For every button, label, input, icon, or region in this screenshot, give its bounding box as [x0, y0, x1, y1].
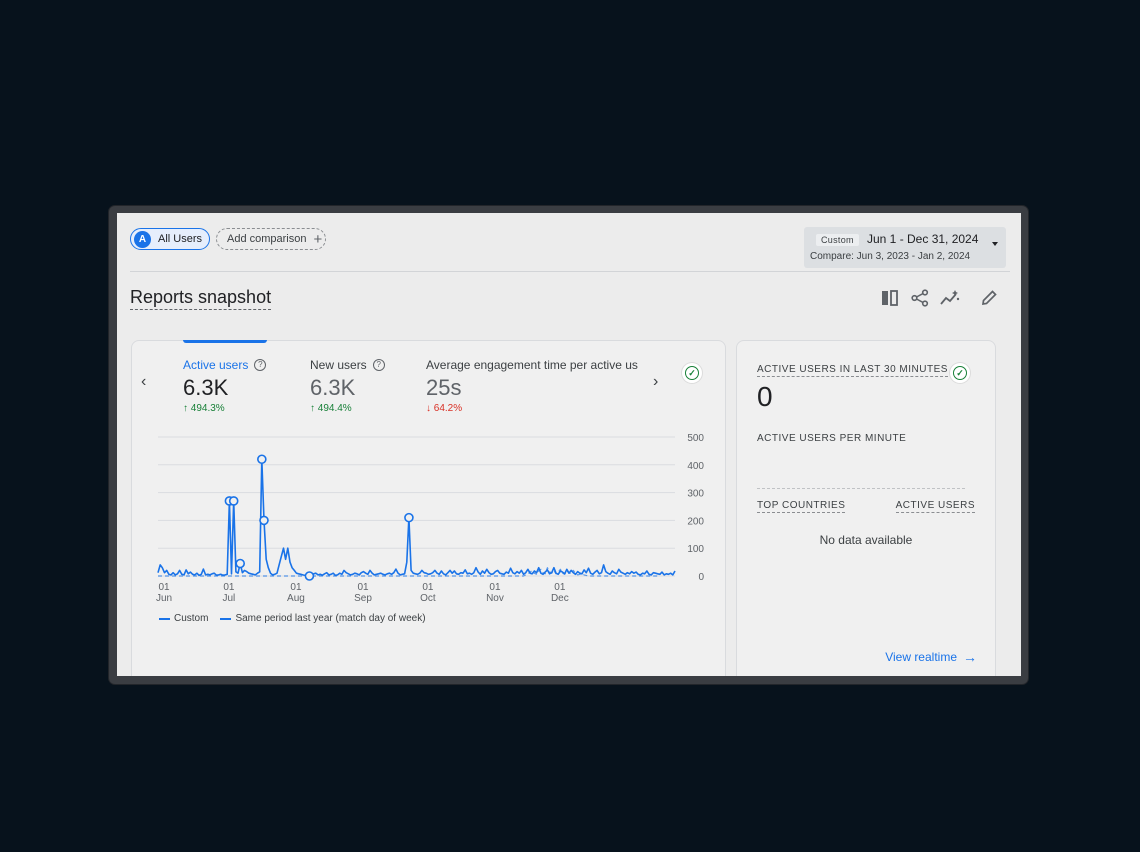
- chart-legend: Custom Same period last year (match day …: [159, 613, 426, 624]
- status-check-icon: ✓: [950, 363, 970, 383]
- edit-pencil-icon[interactable]: [980, 289, 1000, 307]
- y-tick-label: 0: [698, 572, 704, 583]
- x-tick-label: Dec: [551, 593, 569, 604]
- realtime-count: 0: [757, 381, 773, 412]
- y-tick-label: 300: [687, 489, 704, 500]
- page-title: Reports snapshot: [130, 287, 272, 310]
- x-tick-label: 01: [223, 582, 235, 593]
- col-top-countries[interactable]: TOP COUNTRIES: [757, 500, 846, 513]
- data-point-marker: [304, 571, 315, 581]
- y-tick-label: 500: [687, 433, 704, 444]
- caret-down-icon: [992, 242, 998, 246]
- x-tick-label: 01: [554, 582, 566, 593]
- analytics-screen: A All Users Add comparison + Custom Jun …: [117, 213, 1021, 676]
- compare-columns-icon[interactable]: [880, 289, 900, 307]
- date-preset-tag: Custom: [816, 234, 859, 246]
- view-realtime-link[interactable]: View realtime →: [885, 649, 977, 665]
- x-tick-label: Jun: [156, 593, 172, 604]
- series-line-custom: [157, 458, 676, 577]
- date-range-picker[interactable]: Custom Jun 1 - Dec 31, 2024 Compare: Jun…: [804, 227, 1006, 268]
- metrics-chart-card: ‹ Active users? 6.3K ↑ 494.3% New users?…: [131, 340, 726, 676]
- date-range: Jun 1 - Dec 31, 2024: [867, 232, 979, 246]
- data-point-marker: [228, 496, 239, 506]
- x-tick-label: 01: [489, 582, 501, 593]
- col-active-users[interactable]: ACTIVE USERS: [895, 500, 975, 513]
- realtime-card: ACTIVE USERS IN LAST 30 MINUTES ✓ 0 ACTI…: [736, 340, 996, 676]
- legend-custom: Custom: [174, 613, 209, 624]
- legend-swatch-solid: [159, 617, 170, 620]
- x-tick-label: Aug: [287, 593, 305, 604]
- no-data-message: No data available: [819, 533, 913, 547]
- view-realtime-label: View realtime: [885, 650, 957, 664]
- x-tick-label: 01: [158, 582, 170, 593]
- x-tick-label: Nov: [486, 593, 504, 604]
- x-tick-label: 01: [357, 582, 369, 593]
- add-comparison-label: Add comparison: [227, 233, 307, 245]
- y-tick-label: 200: [687, 516, 704, 527]
- compare-range: Compare: Jun 3, 2023 - Jan 2, 2024: [810, 251, 971, 262]
- x-tick-label: Jul: [222, 593, 235, 604]
- share-icon[interactable]: [910, 289, 930, 307]
- data-point-marker: [235, 558, 246, 569]
- line-chart: 500400300200100001Jun01Jul01Aug01Sep01Oc…: [156, 433, 705, 604]
- y-tick-label: 100: [687, 544, 704, 555]
- all-users-chip[interactable]: A All Users: [130, 228, 210, 250]
- insights-icon[interactable]: [940, 289, 960, 307]
- plus-icon: +: [313, 230, 323, 248]
- data-point-marker: [259, 515, 269, 526]
- data-point-marker: [257, 454, 267, 465]
- all-users-label: All Users: [158, 233, 203, 245]
- per-minute-label: ACTIVE USERS PER MINUTE: [757, 433, 907, 444]
- legend-swatch-dashed: [220, 617, 232, 620]
- y-tick-label: 400: [687, 461, 704, 472]
- realtime-heading: ACTIVE USERS IN LAST 30 MINUTES: [757, 364, 948, 377]
- divider: [130, 271, 1010, 272]
- x-tick-label: Oct: [420, 593, 436, 604]
- arrow-right-icon: →: [963, 649, 977, 665]
- x-tick-label: 01: [290, 582, 302, 593]
- per-minute-empty-line: [757, 488, 965, 489]
- x-tick-label: 01: [422, 582, 434, 593]
- add-comparison-button[interactable]: Add comparison +: [216, 228, 326, 250]
- avatar: A: [134, 230, 151, 248]
- x-tick-label: Sep: [354, 593, 372, 604]
- legend-same-period: Same period last year (match day of week…: [235, 613, 426, 624]
- data-point-marker: [404, 512, 414, 523]
